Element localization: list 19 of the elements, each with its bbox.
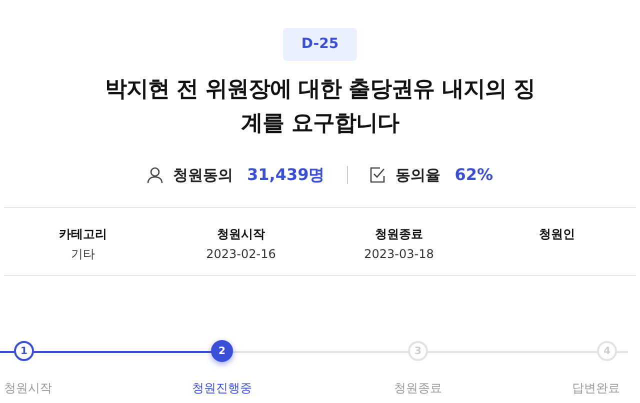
stat-label: 청원동의 [172, 164, 233, 186]
step-label: 청원종료 [394, 380, 442, 397]
step-label: 청원진행중 [192, 380, 252, 397]
info-value: 2023-02-16 [206, 246, 276, 263]
stat-label: 동의율 [396, 164, 441, 186]
info-value: 2023-03-18 [364, 246, 434, 263]
info-label: 청원인 [539, 226, 575, 243]
step-label: 답변완료 [572, 380, 620, 397]
checkbox-icon [370, 167, 386, 183]
info-label: 카테고리 [59, 226, 107, 243]
stat-value: 62% [454, 164, 494, 186]
info-label: 청원시작 [217, 226, 265, 243]
step-label: 청원시작 [4, 380, 52, 397]
stat-value: 31,439명 [246, 164, 325, 186]
person-icon [146, 166, 163, 184]
d-day-badge: D-25 [283, 28, 357, 61]
info-label: 청원종료 [375, 226, 423, 243]
petition-title: 박지현 전 위원장에 대한 출당권유 내지의 징계를 요구합니다 [104, 76, 536, 138]
info-value: 기타 [71, 246, 95, 263]
